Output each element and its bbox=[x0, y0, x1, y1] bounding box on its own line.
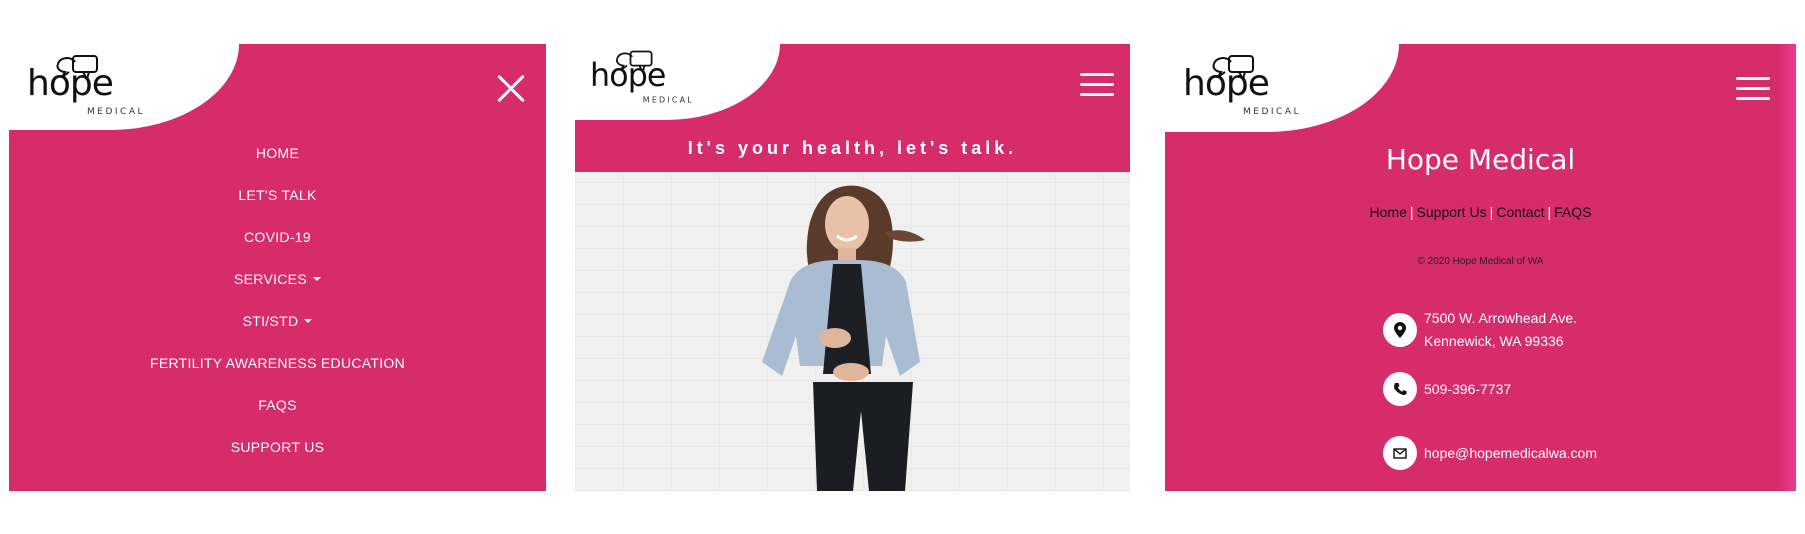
mobile-menu-panel: hope MEDICAL HOME LET'S TALK COVID-19 SE… bbox=[9, 44, 546, 491]
footer-link-support-us[interactable]: Support Us bbox=[1417, 204, 1487, 220]
footer-link-faqs[interactable]: FAQS bbox=[1554, 204, 1591, 220]
close-icon[interactable] bbox=[496, 74, 526, 104]
mobile-nav-menu: HOME LET'S TALK COVID-19 SERVICES STI/ST… bbox=[9, 144, 546, 480]
footer-link-contact[interactable]: Contact bbox=[1496, 204, 1544, 220]
email-row[interactable]: hope@hopemedicalwa.com bbox=[1383, 436, 1597, 470]
nav-item-home[interactable]: HOME bbox=[9, 144, 546, 186]
copyright-text: © 2020 Hope Medical of WA bbox=[1417, 256, 1544, 267]
hero-panel: hope MEDICAL It's your health, let's tal… bbox=[575, 44, 1130, 491]
logo-word: hope bbox=[27, 63, 114, 104]
woman-photo bbox=[762, 185, 925, 491]
hope-medical-logo[interactable]: hope MEDICAL bbox=[590, 48, 696, 110]
logo-header: hope MEDICAL bbox=[1165, 44, 1399, 132]
nav-item-support-us[interactable]: SUPPORT US bbox=[9, 438, 546, 480]
caret-down-icon bbox=[312, 277, 321, 281]
link-separator: | bbox=[1409, 204, 1414, 220]
footer-panel: hope MEDICAL Hope Medical Home | Support U… bbox=[1165, 44, 1796, 491]
address-line-2: Kennewick, WA 99336 bbox=[1424, 333, 1564, 349]
logo-subtitle: MEDICAL bbox=[1243, 107, 1301, 117]
nav-item-fertility-awareness-education[interactable]: FERTILITY AWARENESS EDUCATION bbox=[9, 354, 546, 396]
address-row: 7500 W. Arrowhead Ave. Kennewick, WA 993… bbox=[1383, 307, 1577, 353]
hope-medical-logo[interactable]: hope MEDICAL bbox=[27, 52, 147, 122]
footer-link-home[interactable]: Home bbox=[1370, 204, 1407, 220]
logo-subtitle: MEDICAL bbox=[87, 107, 145, 117]
phone-row[interactable]: 509-396-7737 bbox=[1383, 372, 1511, 406]
nav-item-faqs[interactable]: FAQS bbox=[9, 396, 546, 438]
logo-subtitle: MEDICAL bbox=[642, 96, 694, 106]
link-separator: | bbox=[1547, 204, 1552, 220]
email-address[interactable]: hope@hopemedicalwa.com bbox=[1424, 442, 1597, 465]
logo-header: hope MEDICAL bbox=[575, 44, 780, 120]
footer-links: Home | Support Us | Contact | FAQS bbox=[1165, 204, 1796, 220]
logo-header: hope MEDICAL bbox=[9, 44, 239, 130]
hero-tagline: It's your health, let's talk. bbox=[687, 138, 1018, 158]
nav-item-covid-19[interactable]: COVID-19 bbox=[9, 228, 546, 270]
nav-item-services[interactable]: SERVICES bbox=[9, 270, 546, 312]
hamburger-icon[interactable] bbox=[1736, 74, 1770, 104]
hope-medical-logo[interactable]: hope MEDICAL bbox=[1183, 52, 1303, 122]
envelope-icon bbox=[1383, 436, 1417, 470]
hamburger-icon[interactable] bbox=[1080, 70, 1114, 100]
phone-number[interactable]: 509-396-7737 bbox=[1424, 378, 1511, 401]
logo-word: hope bbox=[590, 57, 666, 94]
link-separator: | bbox=[1489, 204, 1494, 220]
phone-icon bbox=[1383, 372, 1417, 406]
hero-image bbox=[575, 172, 1130, 491]
address-line-1: 7500 W. Arrowhead Ave. bbox=[1424, 310, 1578, 326]
map-pin-icon bbox=[1383, 313, 1417, 347]
footer-title: Hope Medical bbox=[1385, 143, 1576, 176]
caret-down-icon bbox=[304, 319, 313, 323]
nav-item-sti-std[interactable]: STI/STD bbox=[9, 312, 546, 354]
logo-word: hope bbox=[1183, 63, 1270, 104]
nav-item-lets-talk[interactable]: LET'S TALK bbox=[9, 186, 546, 228]
